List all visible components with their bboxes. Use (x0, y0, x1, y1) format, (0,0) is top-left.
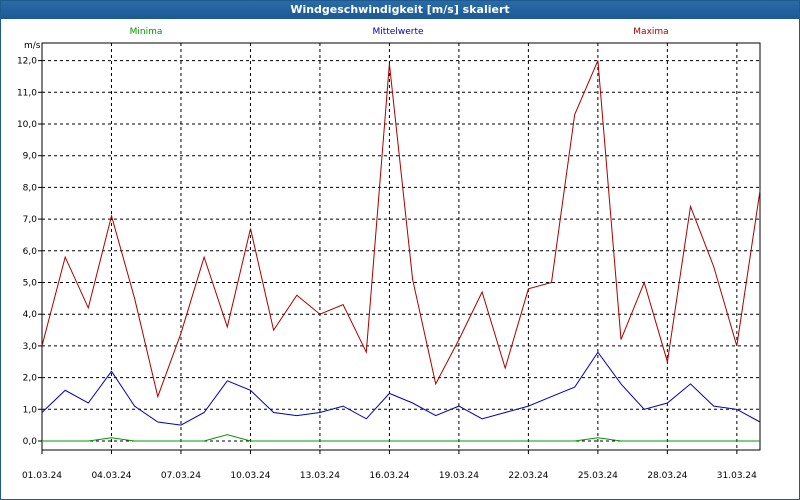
y-tick-label: 1,0 (23, 405, 38, 415)
y-tick-label: 0,0 (23, 437, 38, 447)
y-axis-label: m/s (24, 41, 41, 51)
x-tick-label: 31.03.24 (717, 471, 757, 481)
plot-frame (41, 42, 761, 451)
line-chart: 0,0 1,0 2,0 3,0 4,0 5,0 6,0 7,0 8,0 9,0 10,0 11,0 12… (17, 27, 761, 481)
x-tick-label: 19.03.24 (439, 471, 479, 481)
legend-maxima: Maxima (633, 27, 668, 37)
y-tick-label: 8,0 (23, 183, 38, 193)
x-tick-label: 04.03.24 (91, 471, 131, 481)
x-tick-label: 10.03.24 (230, 471, 270, 481)
y-tick-label: 6,0 (23, 247, 38, 257)
legend-mittelwerte: Mittelwerte (372, 27, 423, 37)
x-tick-label: 13.03.24 (300, 471, 340, 481)
y-tick-label: 11,0 (17, 88, 37, 98)
y-tick-label: 7,0 (23, 215, 38, 225)
x-tick-label: 22.03.24 (508, 471, 548, 481)
x-tick-label: 16.03.24 (369, 471, 409, 481)
x-tick-label: 25.03.24 (578, 471, 618, 481)
legend-minima: Minima (130, 27, 163, 37)
y-tick-label: 3,0 (23, 342, 38, 352)
y-tick-label: 4,0 (23, 310, 38, 320)
y-tick-label: 9,0 (23, 152, 38, 162)
y-tick-label: 5,0 (23, 279, 38, 289)
x-tick-label: 28.03.24 (647, 471, 687, 481)
x-tick-label: 01.03.24 (22, 471, 62, 481)
y-tick-label: 10,0 (17, 120, 37, 130)
x-tick-label: 07.03.24 (161, 471, 201, 481)
y-tick-label: 12,0 (17, 57, 37, 67)
y-tick-label: 2,0 (23, 374, 38, 384)
